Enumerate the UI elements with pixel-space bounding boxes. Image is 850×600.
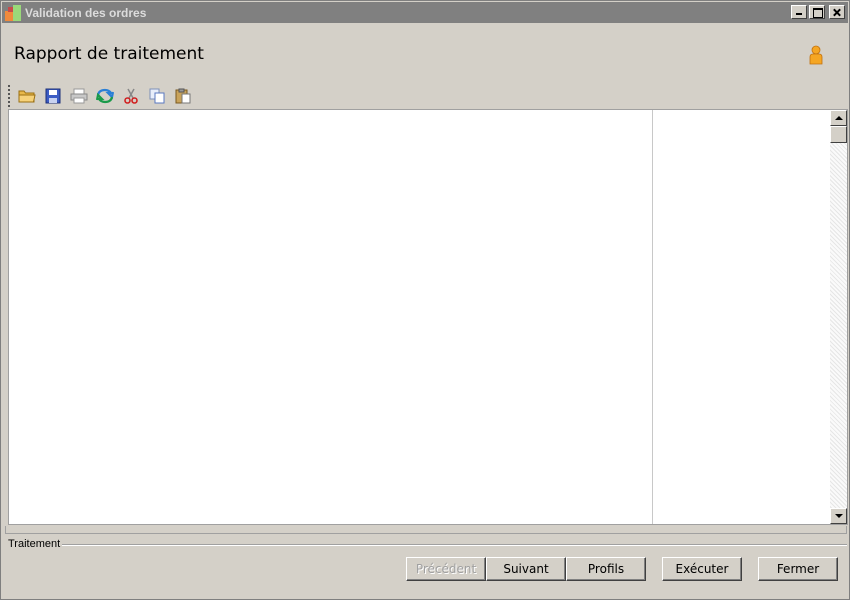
title-bar[interactable]: Validation des ordres (2, 2, 848, 23)
print-icon[interactable] (69, 86, 89, 106)
refresh-icon[interactable] (95, 86, 115, 106)
execute-button[interactable]: Exécuter (662, 557, 742, 581)
window-controls (791, 5, 845, 19)
window-title: Validation des ordres (25, 5, 147, 20)
folder-open-icon[interactable] (17, 86, 37, 106)
next-button[interactable]: Suivant (486, 557, 566, 581)
scroll-thumb[interactable] (830, 126, 847, 143)
group-label: Traitement (8, 538, 63, 550)
toolbar (8, 85, 199, 107)
group-separator (61, 544, 847, 546)
minimize-button[interactable] (791, 5, 807, 19)
pane-divider[interactable] (652, 110, 653, 524)
toolbar-grip[interactable] (8, 85, 11, 107)
cut-icon[interactable] (121, 86, 141, 106)
profiles-button[interactable]: Profils (566, 557, 646, 581)
previous-button[interactable]: Précédent (406, 557, 486, 581)
scroll-down-button[interactable] (830, 508, 847, 524)
main-window: Validation des ordres Rapport de traitem… (0, 0, 850, 600)
user-icon[interactable] (807, 45, 825, 65)
report-area[interactable] (8, 109, 848, 525)
horizontal-strip (5, 526, 847, 534)
scroll-up-button[interactable] (830, 110, 847, 126)
app-icon (5, 4, 21, 21)
close-window-button[interactable] (829, 5, 845, 19)
paste-icon[interactable] (173, 86, 193, 106)
vertical-scrollbar[interactable] (830, 110, 847, 524)
close-button[interactable]: Fermer (758, 557, 838, 581)
save-icon[interactable] (43, 86, 63, 106)
copy-icon[interactable] (147, 86, 167, 106)
page-title: Rapport de traitement (14, 44, 204, 64)
maximize-button[interactable] (809, 5, 825, 19)
